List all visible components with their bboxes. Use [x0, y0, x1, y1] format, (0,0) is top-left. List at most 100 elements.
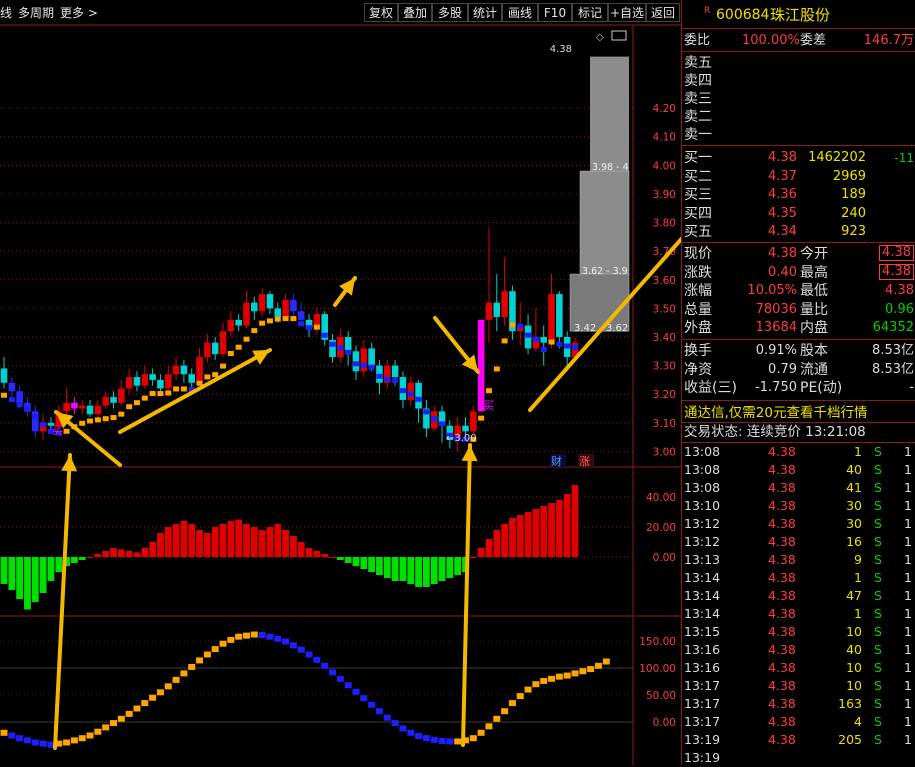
tick-price: 4.38 — [768, 480, 796, 495]
osc-marker — [133, 705, 141, 712]
tick-count: 1 — [904, 516, 912, 531]
macd-bar — [117, 549, 125, 557]
buy-level-row[interactable]: 买四 4.35 240 — [682, 205, 915, 223]
statistics-button[interactable]: 统计 — [468, 3, 502, 22]
price-tick-label: 4.00 — [653, 160, 676, 172]
band-label-2: 3.62 - 3.9 — [582, 266, 628, 277]
osc-marker — [422, 735, 430, 742]
tick-price: 4.38 — [768, 462, 796, 477]
candle-body — [180, 365, 188, 375]
sell-level-row[interactable]: 卖五 — [682, 54, 915, 72]
sell-level-row[interactable]: 卖三 — [682, 90, 915, 108]
quote-row: 涨跌 0.40 最高 4.38 — [682, 263, 915, 282]
tick-row: 13:08 4.38 40 S 1 — [682, 461, 915, 479]
candle-body — [462, 425, 469, 432]
ma-marker — [24, 407, 31, 413]
tick-price: 4.38 — [768, 516, 796, 531]
tick-price: 4.38 — [768, 732, 796, 747]
ma-marker — [251, 328, 258, 334]
osc-marker — [110, 720, 118, 727]
osc-marker — [86, 732, 94, 739]
tick-price: 4.38 — [768, 678, 796, 693]
tick-count: 1 — [904, 732, 912, 747]
buy-level-volume: 923 — [841, 224, 866, 239]
tick-row: 13:16 4.38 40 S 1 — [682, 641, 915, 659]
macd-bar — [485, 539, 493, 557]
macd-bar — [94, 554, 102, 557]
tick-time: 13:14 — [684, 588, 721, 603]
ma-marker — [8, 397, 15, 403]
buy-level-volume: 2969 — [832, 168, 866, 184]
limit-up-icon: 涨 — [579, 455, 590, 468]
macd-bar — [243, 524, 250, 557]
tick-row: 13:16 4.38 10 S 1 — [682, 659, 915, 677]
quote-value-2: - — [909, 380, 914, 395]
osc-marker — [149, 694, 157, 701]
sell-level-row[interactable]: 卖一 — [682, 126, 915, 144]
tick-row: 13:17 4.38 163 S 1 — [682, 695, 915, 713]
ma-marker — [431, 416, 438, 422]
macd-bar — [368, 557, 376, 572]
ma-marker — [564, 343, 571, 349]
buy-level-row[interactable]: 买二 4.37 2969 — [682, 168, 915, 186]
osc-marker — [594, 662, 602, 669]
ma-marker — [548, 339, 555, 345]
ma-marker — [133, 400, 140, 406]
ma-marker — [102, 416, 109, 422]
candle-body — [219, 331, 227, 355]
toolbar-item-0[interactable]: 线 — [0, 4, 15, 21]
annotation-arrow-head — [61, 455, 78, 472]
tick-side: S — [874, 480, 882, 495]
price-tick-label: 3.30 — [653, 361, 676, 373]
buy-level-row[interactable]: 买三 4.36 189 — [682, 186, 915, 204]
osc-marker — [548, 675, 556, 682]
overlay-button[interactable]: 叠加 — [398, 3, 432, 22]
ma-marker — [384, 376, 391, 382]
macd-bar — [422, 557, 430, 587]
sell-level-row[interactable]: 卖四 — [682, 72, 915, 90]
kline-chart[interactable]: 4.204.104.003.903.803.703.603.503.403.30… — [0, 0, 681, 765]
candle-body — [485, 302, 493, 320]
high-price-label: 4.38 — [550, 44, 572, 55]
tick-price: 4.38 — [768, 696, 796, 711]
buy-level-row[interactable]: 买一 4.38 1462202 -11 — [682, 149, 915, 167]
trade-status: 交易状态: 连续竞价 13:21:08 — [684, 424, 866, 440]
tick-count: 1 — [904, 714, 912, 729]
tick-row: 13:17 4.38 10 S 1 — [682, 677, 915, 695]
candle-body — [266, 294, 274, 309]
macd-bar — [540, 506, 548, 557]
f10-button[interactable]: F10 — [538, 3, 572, 22]
tick-time: 13:17 — [684, 714, 721, 729]
buy-level-row[interactable]: 买五 4.34 923 — [682, 223, 915, 241]
mark-button[interactable]: 标记 — [572, 3, 608, 22]
band-rect-2 — [579, 170, 630, 275]
tick-price: 4.38 — [768, 498, 796, 513]
level-label-2: 3.62 — [606, 323, 628, 334]
macd-bar — [219, 524, 227, 557]
osc-marker — [94, 728, 102, 735]
ma-marker — [212, 372, 219, 378]
tick-side: S — [874, 552, 882, 567]
back-button[interactable]: 返回 — [646, 3, 680, 22]
osc-marker — [274, 635, 282, 642]
finance-icon: 财 — [551, 454, 562, 468]
ad-banner[interactable]: 通达信,仅需20元查看千档行情 — [682, 404, 915, 422]
ma-marker — [509, 322, 516, 328]
sell-level-row[interactable]: 卖二 — [682, 108, 915, 126]
ma-marker — [329, 341, 336, 347]
tick-side: S — [874, 696, 882, 711]
buy-level-label: 买一 — [684, 150, 712, 166]
level-label-1: 3.42 — [574, 323, 596, 334]
ma-marker — [259, 320, 266, 326]
ma-marker — [87, 418, 94, 424]
annotation-arrow-head — [461, 445, 478, 462]
multi-stock-button[interactable]: 多股 — [432, 3, 468, 22]
toolbar-item-more[interactable]: 更多 > — [57, 4, 101, 21]
candle-body — [493, 302, 501, 317]
draw-line-button[interactable]: 画线 — [502, 3, 538, 22]
tick-count: 1 — [904, 480, 912, 495]
add-watchlist-button[interactable]: +自选 — [608, 3, 646, 22]
restore-rights-button[interactable]: 复权 — [364, 3, 398, 22]
toolbar-item-multiperiod[interactable]: 多周期 — [15, 4, 57, 21]
ma-marker — [525, 332, 532, 338]
